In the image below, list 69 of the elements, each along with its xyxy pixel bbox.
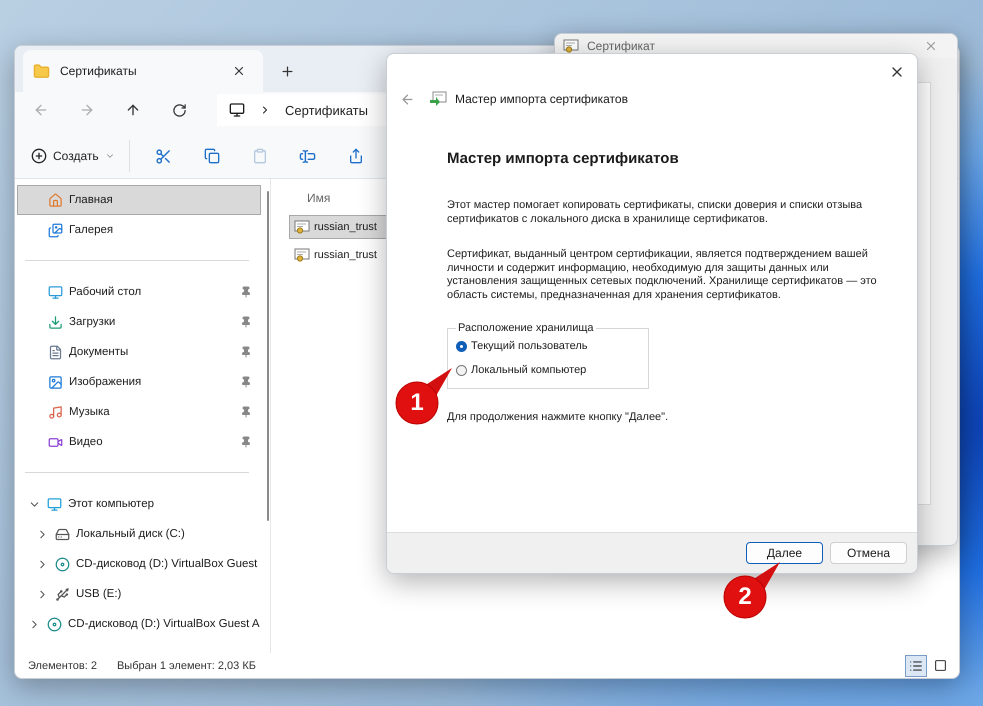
pin-icon[interactable] bbox=[240, 346, 252, 358]
path-segment[interactable]: Сертификаты bbox=[285, 102, 368, 118]
item-count: Элементов: 2 bbox=[28, 660, 97, 672]
certificate-icon bbox=[294, 248, 310, 262]
usb-icon bbox=[55, 586, 70, 602]
sidebar-item[interactable]: Изображения bbox=[17, 367, 261, 397]
certificate-icon bbox=[294, 220, 310, 234]
copy-icon bbox=[204, 148, 220, 164]
group-label: Расположение хранилища bbox=[457, 322, 595, 334]
sidebar-item[interactable]: Музыка bbox=[17, 397, 261, 427]
folder-icon bbox=[33, 62, 50, 80]
folder-tab[interactable]: Сертификаты bbox=[23, 50, 263, 92]
pin-icon[interactable] bbox=[240, 286, 252, 298]
description-text: Этот мастер помогает копировать сертификаты, списки доверия и списки отзыва сертификатов с локального диска в хранилище сертификатов. bbox=[447, 199, 864, 226]
forward-arrow-icon bbox=[79, 102, 95, 118]
radio-option[interactable]: Локальный компьютер bbox=[456, 358, 640, 382]
document-icon bbox=[48, 344, 63, 360]
description-text: Сертификат, выданный центром сертификации, является подтверждением вашей личности и содержит информацию, необходимую для защиты данных или установления защищенных сетевых подключений. Хранилище сертификатов — это область системы, предназначенная для хранения сертификатов. bbox=[447, 248, 878, 302]
rename-icon bbox=[299, 148, 316, 164]
computer-icon bbox=[47, 496, 62, 512]
sidebar-item[interactable]: USB (E:) bbox=[17, 579, 261, 609]
dialog-title: Мастер импорта сертификатов bbox=[455, 92, 628, 106]
radio-button[interactable] bbox=[456, 364, 467, 376]
clipboard-icon bbox=[252, 148, 268, 164]
sidebar-item[interactable]: CD-дисковод (D:) VirtualBox Guest A bbox=[17, 609, 261, 639]
home-icon bbox=[48, 192, 63, 208]
new-button[interactable]: Создать bbox=[31, 140, 130, 172]
share-icon bbox=[348, 148, 364, 164]
music-icon bbox=[48, 404, 63, 420]
sidebar-item[interactable]: Этот компьютер bbox=[17, 489, 261, 519]
plus-icon bbox=[280, 64, 294, 78]
disc-icon bbox=[55, 556, 70, 572]
radio-button[interactable] bbox=[456, 340, 467, 352]
sidebar-item[interactable]: Загрузки bbox=[17, 307, 261, 337]
up-arrow-icon bbox=[125, 102, 141, 118]
computer-icon bbox=[229, 102, 245, 118]
sidebar-item[interactable]: Рабочий стол bbox=[17, 277, 261, 307]
wizard-heading: Мастер импорта сертификатов bbox=[447, 150, 680, 167]
radio-option[interactable]: Текущий пользователь bbox=[456, 334, 640, 358]
sidebar-item[interactable]: CD-дисковод (D:) VirtualBox Guest bbox=[17, 549, 261, 579]
close-icon bbox=[232, 64, 246, 78]
drive-icon bbox=[55, 526, 70, 542]
selection-info: Выбран 1 элемент: 2,03 КБ bbox=[116, 660, 256, 672]
pin-icon[interactable] bbox=[240, 436, 252, 448]
download-icon bbox=[48, 314, 63, 330]
window-title: Сертификат bbox=[587, 39, 656, 53]
hint-text: Для продолжения нажмите кнопку "Далее". bbox=[447, 411, 670, 423]
pin-icon[interactable] bbox=[240, 376, 252, 388]
details-view-button[interactable] bbox=[905, 654, 927, 676]
refresh-icon bbox=[172, 102, 186, 118]
desktop-icon bbox=[48, 284, 63, 300]
sidebar-item[interactable]: Локальный диск (C:) bbox=[17, 519, 261, 549]
close-icon bbox=[924, 39, 938, 53]
square-icon bbox=[934, 659, 946, 672]
scrollbar[interactable] bbox=[267, 191, 269, 521]
scissors-icon bbox=[155, 148, 172, 164]
disc-icon bbox=[47, 616, 62, 632]
sidebar-item[interactable]: Документы bbox=[17, 337, 261, 367]
cancel-button[interactable]: Отмена bbox=[830, 542, 907, 564]
gallery-icon bbox=[48, 222, 63, 238]
sidebar-item[interactable]: Главная bbox=[17, 185, 261, 215]
list-icon bbox=[909, 658, 923, 672]
picture-icon bbox=[48, 374, 63, 390]
plus-circle-icon bbox=[31, 148, 47, 164]
pin-icon[interactable] bbox=[240, 316, 252, 328]
sidebar-item[interactable]: Видео bbox=[17, 427, 261, 457]
certificate-import-icon bbox=[429, 91, 447, 107]
pin-icon[interactable] bbox=[240, 406, 252, 418]
sidebar-item[interactable]: Галерея bbox=[17, 215, 261, 245]
